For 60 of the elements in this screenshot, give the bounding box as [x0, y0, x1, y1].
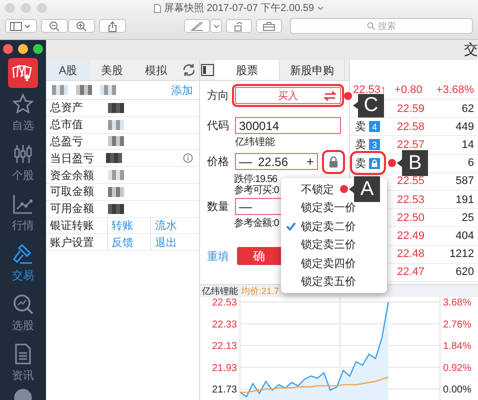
side-label: 卖 [355, 138, 366, 152]
ask-price: 22.48 [397, 248, 426, 260]
field-label: 数量 [207, 200, 230, 214]
ask-volume: 62 [462, 102, 474, 115]
callout-label: A [349, 176, 380, 202]
field-label: 总市值 [50, 118, 84, 132]
ask-volume: 449 [456, 120, 474, 133]
percent-tick: 3.68% [443, 298, 472, 308]
price-tick: 22.53 [212, 298, 237, 308]
field-label: 代码 [207, 119, 230, 133]
field-label: 账户设置 [50, 236, 95, 250]
field-label: 当日盈亏 [50, 152, 95, 166]
field-label: 银证转账 [50, 218, 95, 233]
ask-price: 22.59 [397, 102, 426, 115]
app-title: 交 [464, 41, 478, 59]
price-tick: 22.13 [212, 341, 237, 352]
ask-price: 22.57 [397, 138, 426, 151]
ask-price: 22.55 [397, 175, 426, 188]
ask-volume: 620 [456, 266, 474, 278]
field-label: 可用金额 [50, 202, 95, 216]
ask-volume: 25 [462, 212, 474, 224]
percent-change: +3.68% [436, 84, 474, 96]
limit-text: 跌停:19.56 [234, 174, 278, 185]
side-label: 卖 [355, 156, 366, 171]
field-label: 资金余额 [50, 168, 95, 183]
ask-price: 22.50 [397, 212, 426, 224]
stock-name: 亿纬锂能 [234, 137, 276, 149]
field-label: 总资产 [50, 100, 84, 116]
percent-tick: 2.76% [443, 319, 472, 330]
window-title: 屏幕快照 2017-07-07 下午2.00.59 [164, 2, 314, 15]
callout-label: B [397, 150, 428, 176]
ask-volume: 14 [462, 138, 474, 151]
price-tick: 21.73 [212, 384, 237, 396]
ask-price: 22.47 [397, 266, 426, 278]
percent-tick: 0.00% [443, 384, 472, 396]
level-badge: 4 [369, 121, 380, 132]
price-tick: 22.33 [212, 319, 237, 330]
percent-tick: 1.84% [443, 341, 472, 352]
field-label: 方向 [207, 88, 230, 103]
ask-price: 22.58 [397, 120, 426, 133]
ask-volume: 6 [468, 157, 474, 170]
price-tick: 21.93 [212, 362, 237, 374]
level-badge: 3 [369, 139, 380, 150]
amount-text: 参考金额:0 [234, 218, 279, 229]
ask-volume: 191 [456, 194, 474, 206]
side-label: 卖 [355, 120, 366, 134]
last-price: 22.53↑ [353, 84, 386, 96]
ask-price: 22.53 [397, 194, 426, 206]
percent-tick: 0.92% [443, 362, 472, 374]
ask-price: 22.49 [397, 230, 426, 242]
field-label: 总盈亏 [50, 134, 84, 149]
buyable-text: 参考可买:0 [234, 185, 279, 196]
average-price: 均价:21.7 [241, 284, 280, 298]
ask-volume: 404 [456, 230, 474, 242]
field-label: 价格 [207, 155, 230, 169]
ask-volume: 587 [456, 175, 474, 188]
price-change: +0.80 [394, 84, 422, 96]
field-label: 可取金额 [50, 184, 95, 200]
chart-stock-name: 亿纬锂能 [202, 284, 238, 298]
ask-volume: 1212 [450, 248, 474, 260]
